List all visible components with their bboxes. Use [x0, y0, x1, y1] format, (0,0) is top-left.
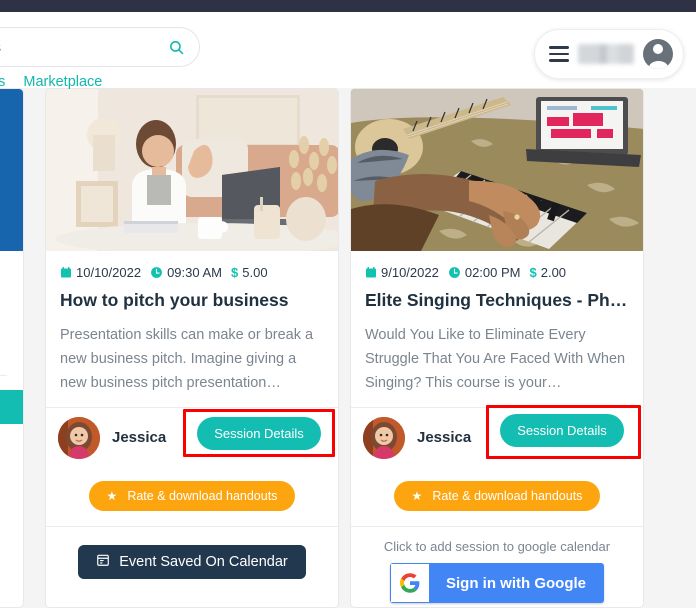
hands-playing-keyboard-photo [351, 89, 643, 251]
author-name: Jessica [417, 429, 472, 446]
meta-price: $ 2.00 [530, 265, 567, 280]
rate-download-handouts-button[interactable]: ★ Rate & download handouts [88, 481, 296, 511]
calendar-row: Event Saved On Calendar [46, 527, 338, 579]
session-card[interactable]: 10/10/2022 09:30 AM $ 5.00 How to pitch … [45, 88, 339, 608]
user-avatar-icon[interactable] [643, 39, 673, 69]
search-bar[interactable] [0, 27, 200, 67]
calendar-button-label: Event Saved On Calendar [119, 554, 288, 570]
meta-date-text: 9/10/2022 [381, 265, 439, 280]
google-logo-icon [391, 564, 429, 602]
session-details-button[interactable]: Session Details [197, 417, 321, 450]
header-nav: ons Marketplace [0, 74, 102, 90]
rate-button-label: Rate & download handouts [127, 489, 278, 503]
card-description: Presentation skills can make or break a … [60, 327, 314, 391]
meta-price-text: 2.00 [540, 265, 567, 280]
calendar-icon [96, 553, 110, 571]
nav-link-partial[interactable]: ons [0, 74, 5, 90]
meta-time-text: 09:30 AM [167, 265, 223, 280]
search-icon[interactable] [159, 39, 193, 56]
session-details-button[interactable] [0, 390, 23, 424]
meta-price-text: 5.00 [242, 265, 268, 280]
session-card[interactable]: 9/10/2022 02:00 PM $ 2.00 Elite Singing … [350, 88, 644, 608]
card-desc-line-1: o [0, 275, 7, 301]
clock-icon [150, 266, 163, 279]
author-name: Jessica [112, 429, 167, 446]
rate-button-label: Rate & download handouts [432, 489, 583, 503]
meta-date-text: 10/10/2022 [76, 265, 142, 280]
meta-price: $ 5.00 [231, 265, 268, 280]
search-input[interactable] [0, 38, 159, 56]
meta-date: 10/10/2022 [60, 265, 141, 280]
divider [0, 375, 7, 376]
meta-date: 9/10/2022 [365, 265, 439, 280]
meta-time: 09:30 AM [150, 265, 222, 280]
google-button-label: Sign in with Google [446, 574, 586, 592]
dollar-icon: $ [231, 265, 239, 280]
woman-at-laptop-photo [46, 89, 338, 251]
clock-icon [448, 266, 461, 279]
card-title[interactable]: Elite Singing Techniques - Ph… [351, 280, 643, 311]
meta-time-text: 02:00 PM [464, 265, 521, 280]
rate-download-handouts-button[interactable]: ★ Rate & download handouts [393, 481, 601, 511]
hamburger-icon[interactable] [549, 46, 569, 62]
star-icon: ★ [411, 489, 423, 503]
card-hero-image: sana! eza? U [0, 89, 23, 251]
card-description: Would You Like to Eliminate Every Strugg… [365, 327, 626, 391]
card-hero-image [46, 89, 338, 251]
site-header: ons Marketplace [0, 12, 696, 90]
top-app-bar [0, 0, 696, 12]
author-avatar[interactable] [58, 416, 100, 459]
card-meta: 10/10/2022 09:30 AM $ 5.00 [46, 251, 338, 280]
card-meta: 9/10/2022 02:00 PM $ 2.00 [351, 251, 643, 280]
calendar-icon [365, 266, 377, 279]
nav-link-marketplace[interactable]: Marketplace [23, 74, 102, 90]
google-calendar-hint: Click to add session to google calendar [383, 539, 611, 554]
author-avatar[interactable] [363, 416, 405, 459]
card-desc-line-2: t [0, 301, 7, 327]
rate-row: ★ Rate & download handouts [46, 467, 338, 526]
dollar-icon: $ [529, 265, 537, 280]
card-desc-line-3: . [0, 327, 7, 353]
card-body: o t . [0, 251, 23, 424]
google-signin-row: Sign in with Google [351, 563, 643, 603]
card-author-row: Jessica Session Details [351, 405, 643, 467]
user-menu-pill[interactable] [534, 29, 684, 79]
session-details-button[interactable]: Session Details [500, 414, 624, 447]
star-icon: ★ [106, 489, 118, 503]
session-card-partial[interactable]: sana! eza? U o t . [0, 88, 24, 608]
card-title[interactable]: How to pitch your business [46, 280, 338, 311]
card-author-row: Jessica Session Details [46, 408, 338, 467]
username-label [578, 44, 634, 64]
session-card-rail[interactable]: sana! eza? U o t . [0, 88, 696, 608]
card-hero-image [351, 89, 643, 251]
calendar-icon [60, 266, 72, 279]
meta-time: 02:00 PM [448, 265, 521, 280]
sign-in-with-google-button[interactable]: Sign in with Google [390, 563, 604, 603]
rate-row: ★ Rate & download handouts [351, 467, 643, 526]
event-saved-on-calendar-button[interactable]: Event Saved On Calendar [78, 545, 306, 579]
